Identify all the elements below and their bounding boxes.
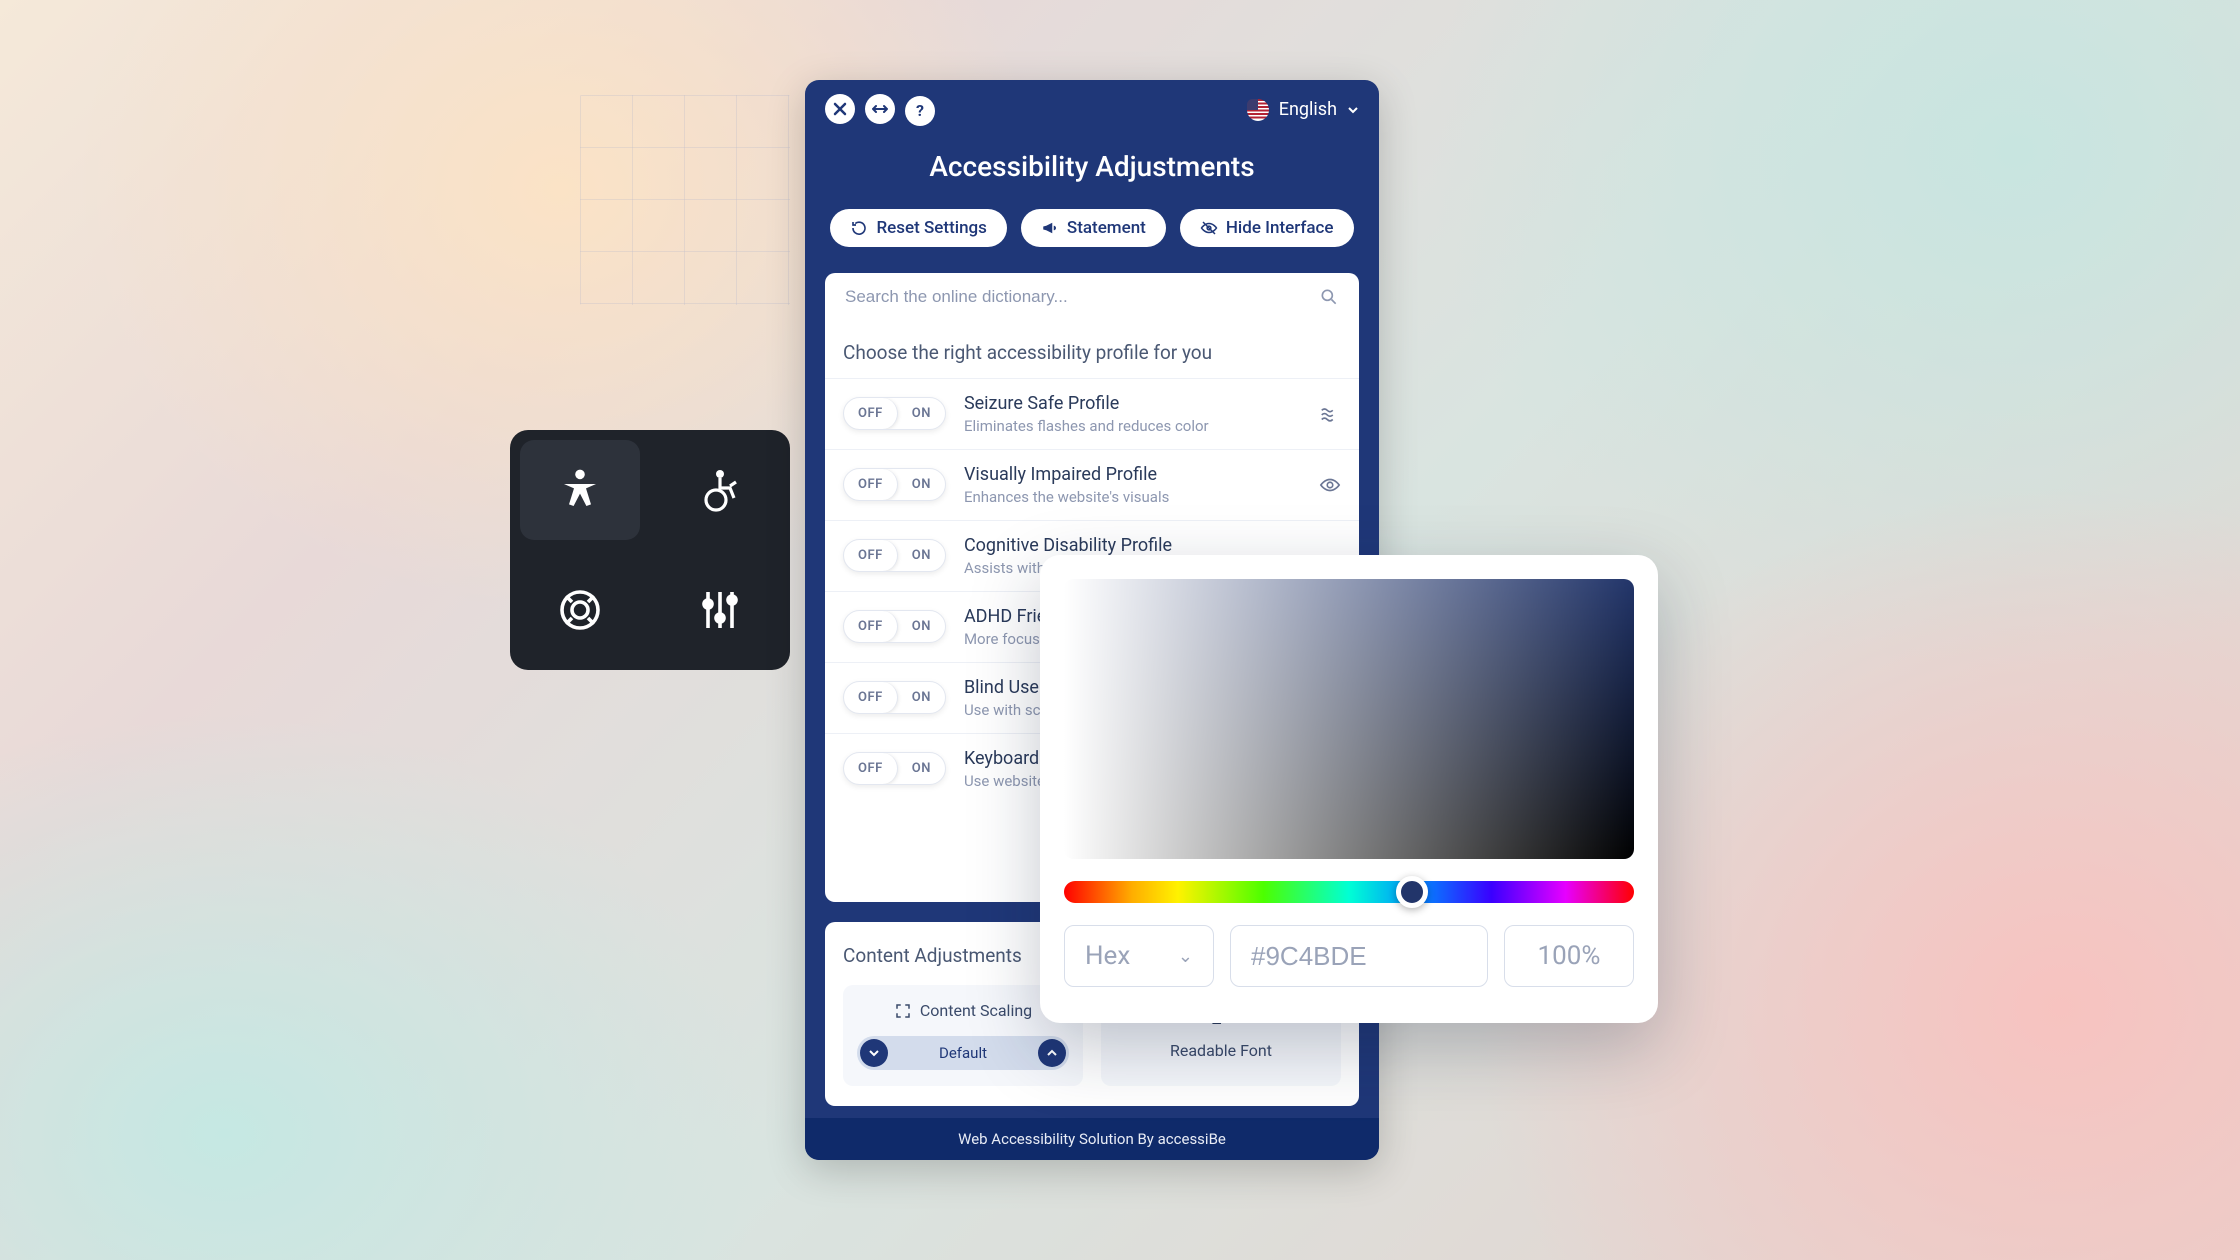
scaling-value: Default [891, 1044, 1035, 1062]
color-format-select[interactable]: Hex ⌄ [1064, 925, 1214, 987]
chevron-up-icon [1046, 1047, 1058, 1059]
profile-toggle[interactable]: OFFON [843, 681, 946, 714]
resize-icon [872, 102, 888, 116]
profile-row: OFFON Visually Impaired Profile Enhances… [825, 449, 1359, 520]
scaling-stepper: Default [857, 1036, 1069, 1070]
profile-desc: Enhances the website's visuals [964, 488, 1169, 506]
lifebuoy-icon [556, 586, 604, 634]
panel-top-left: ? [825, 94, 941, 126]
language-selector[interactable]: English [1247, 99, 1359, 121]
search-icon [1319, 287, 1339, 307]
profile-name: Cognitive Disability Profile [964, 535, 1189, 556]
help-button[interactable]: ? [905, 96, 935, 126]
reset-settings-button[interactable]: Reset Settings [830, 209, 1006, 247]
wheelchair-icon [696, 466, 744, 514]
hex-input[interactable] [1251, 941, 1467, 972]
profile-toggle[interactable]: OFFON [843, 468, 946, 501]
color-saturation-area[interactable] [1064, 579, 1634, 859]
toolbar-wheelchair-button[interactable] [650, 430, 790, 550]
profile-name: Visually Impaired Profile [964, 464, 1169, 485]
close-button[interactable] [825, 94, 855, 124]
profile-name: Seizure Safe Profile [964, 393, 1209, 414]
expand-icon [894, 1002, 912, 1020]
background-grid [580, 95, 790, 305]
hide-interface-button[interactable]: Hide Interface [1180, 209, 1354, 247]
language-label: English [1279, 99, 1337, 120]
hue-thumb[interactable] [1396, 876, 1428, 908]
search-row [825, 273, 1359, 321]
profile-toggle[interactable]: OFFON [843, 610, 946, 643]
scaling-decrease-button[interactable] [860, 1039, 888, 1067]
toolbar-lifebuoy-button[interactable] [510, 550, 650, 670]
accessibility-launcher-toolbar [510, 430, 790, 670]
close-icon [833, 102, 847, 116]
profile-desc: Eliminates flashes and reduces color [964, 417, 1209, 435]
toolbar-person-button[interactable] [520, 440, 640, 540]
person-icon [556, 466, 604, 514]
profiles-heading: Choose the right accessibility profile f… [825, 321, 1359, 378]
eye-off-icon [1200, 219, 1218, 237]
megaphone-icon [1041, 219, 1059, 237]
resize-button[interactable] [865, 94, 895, 124]
flag-icon [1247, 99, 1269, 121]
panel-title: Accessibility Adjustments [805, 136, 1379, 209]
hex-input-wrapper [1230, 925, 1488, 987]
hue-slider[interactable] [1064, 881, 1634, 903]
profile-toggle[interactable]: OFFON [843, 539, 946, 572]
toolbar-sliders-button[interactable] [650, 550, 790, 670]
eye-icon [1319, 474, 1341, 496]
scaling-increase-button[interactable] [1038, 1039, 1066, 1067]
profile-toggle[interactable]: OFFON [843, 397, 946, 430]
statement-button[interactable]: Statement [1021, 209, 1166, 247]
chevron-down-icon [868, 1047, 880, 1059]
profile-toggle[interactable]: OFFON [843, 752, 946, 785]
color-picker-card: Hex ⌄ 100% [1040, 555, 1658, 1023]
chevron-down-icon: ⌄ [1178, 946, 1193, 967]
search-input[interactable] [845, 287, 1319, 307]
sliders-icon [696, 586, 744, 634]
panel-footer: Web Accessibility Solution By accessiBe [805, 1118, 1379, 1160]
refresh-icon [850, 219, 868, 237]
profile-row: OFFON Seizure Safe Profile Eliminates fl… [825, 378, 1359, 449]
chevron-down-icon [1347, 104, 1359, 116]
waves-icon [1319, 403, 1341, 425]
alpha-value[interactable]: 100% [1504, 925, 1634, 987]
